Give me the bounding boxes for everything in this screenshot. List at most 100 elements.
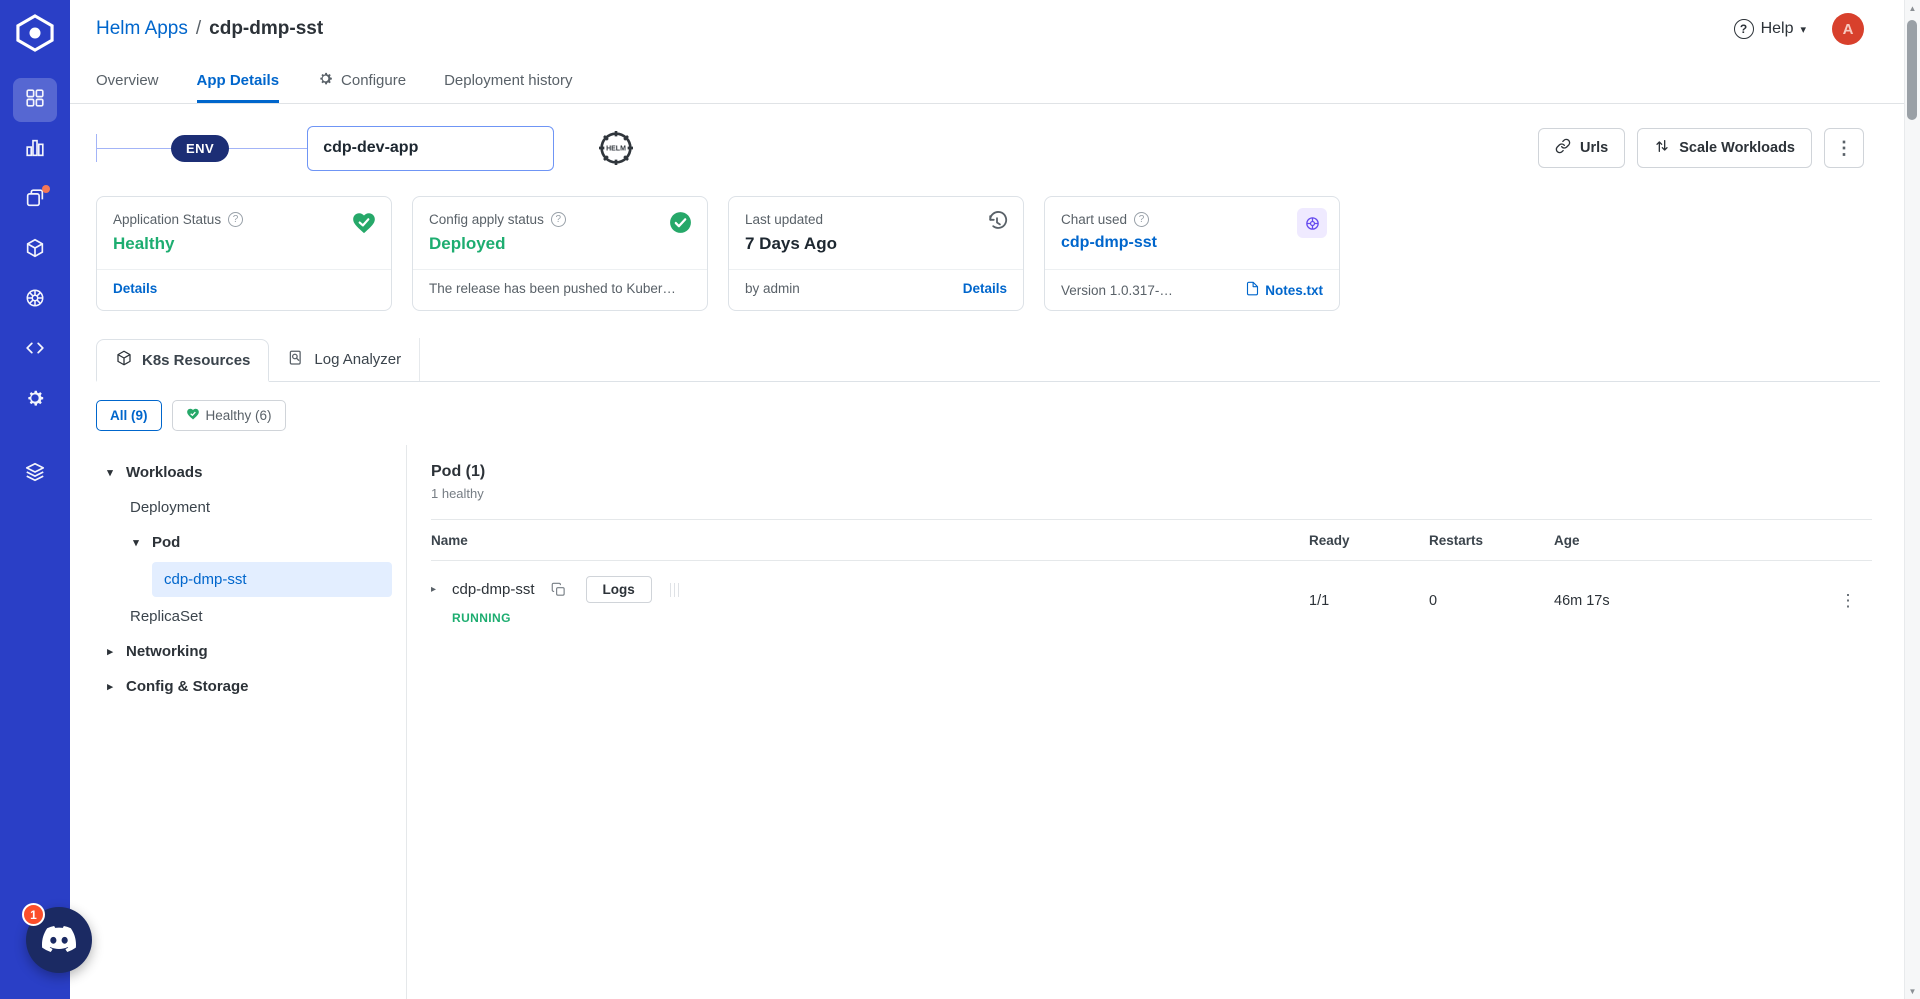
scale-workloads-button[interactable]: Scale Workloads [1637, 128, 1812, 168]
tab-overview[interactable]: Overview [96, 58, 159, 103]
tab-deployment-history[interactable]: Deployment history [444, 58, 572, 103]
tab-k8s-resources[interactable]: K8s Resources [96, 339, 270, 382]
breadcrumb-helm-apps-link[interactable]: Helm Apps [96, 18, 188, 40]
app-root: Helm Apps / cdp-dmp-sst ? Help ▾ A Overv… [0, 0, 1920, 999]
discord-chat-button[interactable]: 1 [22, 903, 92, 973]
filter-healthy[interactable]: Healthy (6) [171, 400, 286, 431]
scroll-up-arrow[interactable]: ▲ [1905, 0, 1920, 16]
sidebar-item-stack-manager[interactable] [13, 452, 57, 496]
last-updated-value: 7 Days Ago [745, 234, 837, 253]
urls-button[interactable]: Urls [1538, 128, 1626, 168]
tab-configure[interactable]: Configure [317, 58, 406, 103]
notes-txt-link[interactable]: Notes.txt [1265, 283, 1323, 298]
sidebar-item-application-groups[interactable] [13, 128, 57, 172]
sidebar-item-resource-browser[interactable] [13, 228, 57, 272]
pod-panel: Pod (1) 1 healthy Name Ready Restarts Ag… [407, 445, 1880, 999]
scale-arrows-icon [1654, 138, 1670, 158]
sidebar-item-bulk-edit[interactable] [13, 328, 57, 372]
application-status-details-link[interactable]: Details [113, 281, 157, 296]
tab-k8s-label: K8s Resources [142, 351, 251, 369]
info-icon[interactable]: ? [228, 212, 244, 227]
sidebar-item-global-configurations[interactable] [13, 378, 57, 422]
cube-icon [115, 349, 133, 371]
tree-item-deployment[interactable]: Deployment [98, 490, 398, 525]
config-apply-status-card: Config apply status ? Deployed The relea… [412, 196, 708, 311]
pod-status-badge: RUNNING [452, 611, 511, 625]
history-icon[interactable] [985, 210, 1009, 234]
resource-tabbar: K8s Resources Log Analyzer [96, 337, 1880, 382]
config-apply-title: Config apply status [429, 212, 544, 227]
filter-all[interactable]: All (9) [96, 400, 162, 431]
sidebar-item-jobs[interactable] [13, 178, 57, 222]
scale-workloads-label: Scale Workloads [1679, 140, 1795, 156]
application-status-card: Application Status ? Healthy Details [96, 196, 392, 311]
filter-healthy-label: Healthy (6) [205, 408, 272, 423]
environment-bar: ENV cdp-dev-app HELM Urls Scale Workload… [96, 120, 1864, 176]
tree-replicaset-label: ReplicaSet [130, 608, 203, 625]
last-updated-details-link[interactable]: Details [963, 281, 1007, 296]
content: ENV cdp-dev-app HELM Urls Scale Workload… [70, 104, 1920, 999]
pod-table-row[interactable]: ▸ cdp-dmp-sst Logs RUNNING 1/1 0 46m 17s… [431, 561, 1872, 640]
devtron-logo[interactable] [14, 12, 56, 54]
topbar-right: ? Help ▾ A [1733, 13, 1864, 45]
copy-icon[interactable] [551, 582, 566, 597]
chart-version: Version 1.0.317-… [1061, 282, 1173, 298]
help-menu[interactable]: ? Help ▾ [1733, 19, 1806, 39]
triangle-right-icon: ▸ [107, 681, 113, 693]
resources-section: K8s Resources Log Analyzer All (9) Healt… [96, 337, 1880, 999]
scroll-track[interactable] [1905, 16, 1920, 983]
link-icon [1555, 138, 1571, 158]
tab-log-analyzer[interactable]: Log Analyzer [269, 338, 421, 381]
info-icon[interactable]: ? [550, 212, 566, 227]
chart-used-card: Chart used ? cdp-dmp-sst Version 1.0.317… [1044, 196, 1340, 311]
last-updated-title: Last updated [745, 212, 824, 227]
main-area: Helm Apps / cdp-dmp-sst ? Help ▾ A Overv… [70, 0, 1920, 999]
page-scrollbar[interactable]: ▲ ▼ [1904, 0, 1920, 999]
breadcrumb: Helm Apps / cdp-dmp-sst [96, 18, 323, 40]
tree-group-networking[interactable]: ▸ Networking [98, 634, 398, 669]
help-icon: ? [1733, 19, 1754, 39]
info-icon[interactable]: ? [1134, 212, 1150, 227]
bar-chart-icon [24, 137, 46, 163]
avatar[interactable]: A [1832, 13, 1864, 45]
pod-name: cdp-dmp-sst [452, 581, 535, 598]
sidebar-item-applications[interactable] [13, 78, 57, 122]
more-actions-button[interactable]: ⋮ [1824, 128, 1864, 168]
jobs-notification-dot [42, 185, 50, 193]
tab-app-details[interactable]: App Details [196, 58, 280, 103]
application-status-title: Application Status [113, 212, 222, 227]
chevron-down-icon: ▾ [1800, 23, 1806, 36]
apps-grid-icon [24, 87, 46, 113]
chart-icon-box[interactable] [1297, 208, 1327, 238]
expand-row-icon[interactable]: ▸ [431, 584, 442, 595]
column-age: Age [1554, 532, 1580, 548]
logs-button[interactable]: Logs [585, 576, 652, 603]
tree-pod-label: Pod [152, 534, 181, 551]
helm-icon: HELM [596, 128, 636, 168]
scroll-down-arrow[interactable]: ▼ [1905, 983, 1920, 999]
tree-deployment-label: Deployment [130, 499, 211, 516]
scroll-thumb[interactable] [1907, 20, 1917, 120]
config-apply-message: The release has been pushed to Kuber… [429, 281, 676, 296]
tree-config-storage-label: Config & Storage [126, 678, 249, 695]
pod-table-header: Name Ready Restarts Age [431, 519, 1872, 561]
column-name: Name [431, 532, 468, 548]
healthy-heart-icon [351, 210, 377, 236]
row-menu-icon[interactable]: ⋮ [1840, 591, 1857, 610]
resources-body: ▾ Workloads Deployment ▾ Pod cdp-dmp-sst [96, 445, 1880, 999]
helm-wheel-icon [24, 287, 46, 313]
tree-group-workloads[interactable]: ▾ Workloads [98, 455, 398, 490]
application-status-value: Healthy [113, 234, 175, 253]
chart-used-title: Chart used [1061, 212, 1128, 227]
chart-used-link[interactable]: cdp-dmp-sst [1061, 234, 1323, 252]
tree-group-config-storage[interactable]: ▸ Config & Storage [98, 669, 398, 704]
tree-item-cdp-dmp-sst[interactable]: cdp-dmp-sst [152, 562, 392, 597]
grip-icon [669, 582, 679, 597]
breadcrumb-separator: / [195, 18, 202, 39]
app-name-selector[interactable]: cdp-dev-app [307, 125, 555, 171]
tree-group-pod[interactable]: ▾ Pod [98, 525, 398, 560]
sidebar-item-chart-store[interactable] [13, 278, 57, 322]
tree-item-replicaset[interactable]: ReplicaSet [98, 599, 398, 634]
triangle-right-icon: ▸ [107, 646, 113, 658]
configure-gear-icon [317, 70, 334, 91]
